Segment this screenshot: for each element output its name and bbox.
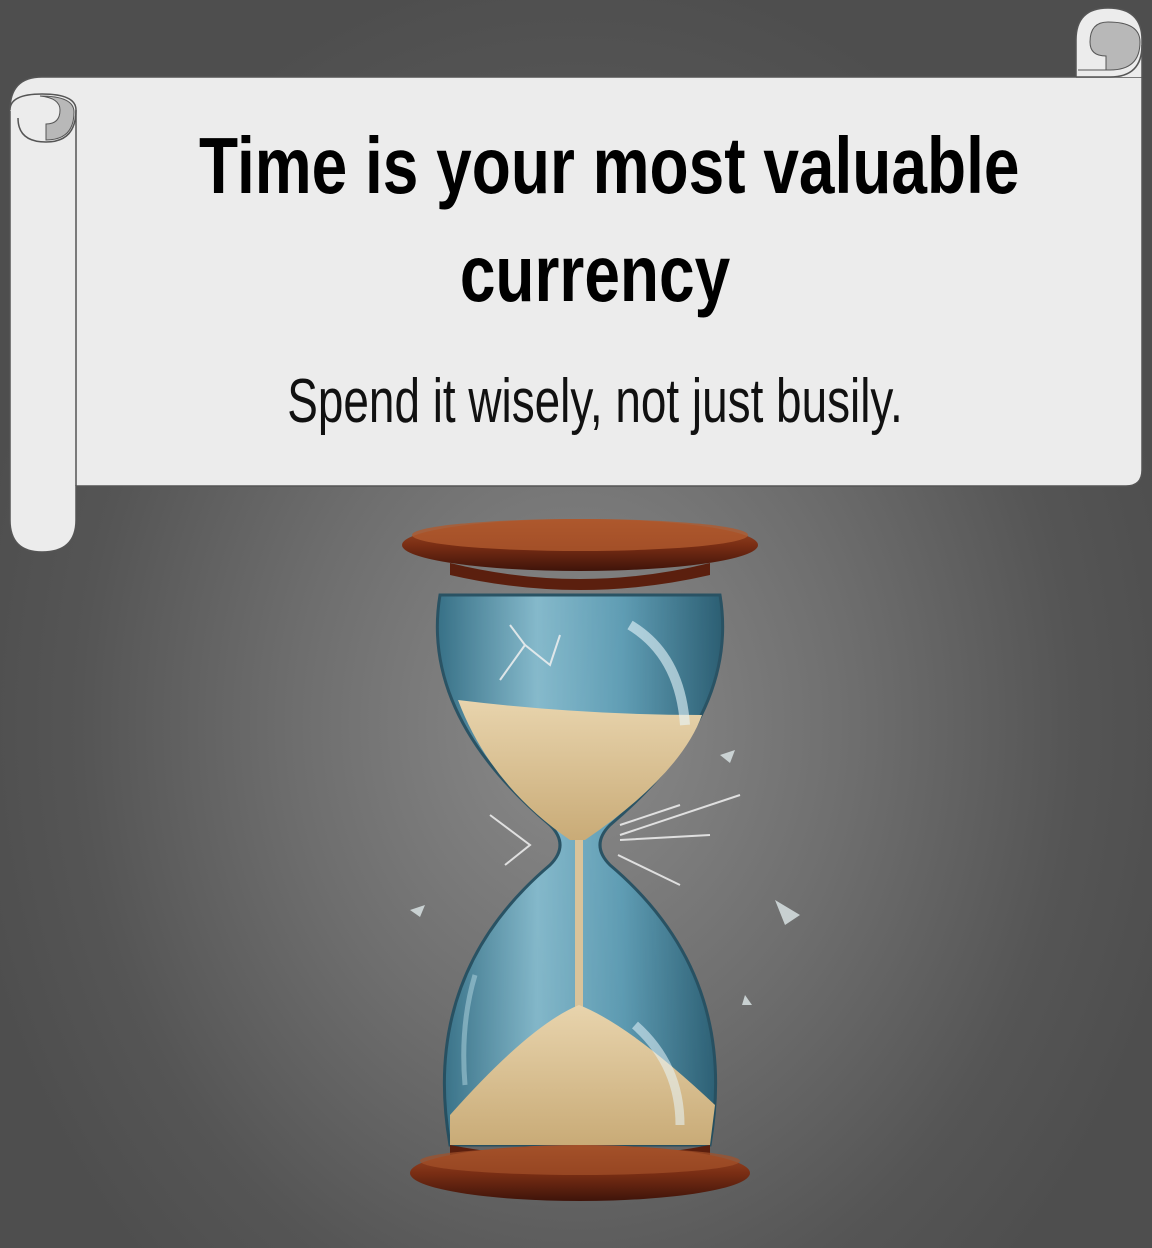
headline: Time is your most valuable currency [199, 112, 1020, 328]
subheadline: Spend it wisely, not just busily. [287, 367, 903, 436]
hourglass-icon [402, 519, 800, 1201]
headline-line-2: currency [459, 229, 731, 318]
headline-line-1: Time is your most valuable [199, 121, 1020, 210]
poster: Time is your most valuable currency Spen… [0, 0, 1152, 1248]
sand-stream [575, 840, 583, 1010]
